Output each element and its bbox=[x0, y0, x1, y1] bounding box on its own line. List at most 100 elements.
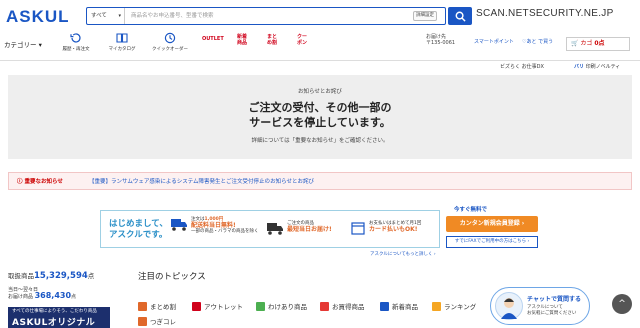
nav-history[interactable]: 履歴・再注文 bbox=[56, 32, 96, 52]
alert-link[interactable]: 【重要】ランサムウェア感染によるシステム障害発生とご注文受付停止のお知らせとお詫… bbox=[89, 177, 314, 185]
askul-logo[interactable]: ASKUL bbox=[6, 7, 70, 27]
search-category-select[interactable]: すべて bbox=[87, 8, 125, 24]
notice-small-heading: お知らせとお詫び bbox=[298, 89, 342, 95]
topic-label: わけあり商品 bbox=[268, 303, 307, 311]
topic-bulk-discount[interactable]: まとめ割 bbox=[138, 301, 176, 311]
sale-icon bbox=[320, 301, 329, 311]
topic-discounted[interactable]: わけあり商品 bbox=[256, 301, 307, 311]
notice-title-line2: サービスを停止しています。 bbox=[249, 116, 391, 129]
alert-icon: ⓘ bbox=[17, 179, 23, 185]
banner-payment: お支払いはまとめて月1回 カード払いもOK! bbox=[369, 221, 421, 233]
print-link[interactable]: バリ 印刷ノベルティ bbox=[574, 63, 620, 70]
topic-label: つぎコレ bbox=[150, 318, 176, 326]
truck-icon bbox=[171, 217, 187, 234]
register-button[interactable]: カンタン新規会員登録 › bbox=[446, 216, 538, 232]
nav-my-catalog-label: マイカタログ bbox=[108, 47, 136, 52]
office-dx-label: お仕事DX bbox=[521, 64, 544, 70]
search-button[interactable] bbox=[448, 7, 472, 25]
chat-title: チャットで質問する bbox=[527, 296, 581, 303]
nav-bulk-discount[interactable]: まと め割 bbox=[262, 34, 282, 46]
scroll-top-button[interactable]: ^ bbox=[612, 294, 632, 314]
welcome-banner[interactable]: はじめまして、 アスクルです。 注文は1,000円 配送料当日無料! 一部の商品… bbox=[100, 210, 440, 248]
item-count-value: 15,329,594 bbox=[34, 271, 88, 281]
discounted-icon bbox=[256, 301, 265, 311]
nav-new-items[interactable]: 新着 商品 bbox=[232, 34, 252, 46]
askul-original-banner[interactable]: すべての仕事場によりそう、こだわり商品 ASKULオリジナル bbox=[8, 307, 110, 328]
bizraku-logo: ビズらく bbox=[500, 64, 521, 70]
watermark: SCAN.NETSECURITY.NE.JP bbox=[476, 8, 614, 19]
delivery-zip: 〒135-0061 bbox=[426, 40, 456, 46]
original-banner-small: すべての仕事場によりそう、こだわり商品 bbox=[12, 309, 97, 314]
service-notice: お知らせとお詫び ご注文の受付、その他一部の サービスを停止しています。 詳細に… bbox=[8, 75, 632, 159]
notice-title: ご注文の受付、その他一部の サービスを停止しています。 bbox=[8, 100, 632, 130]
bizraku-link[interactable]: ビズらく お仕事DX bbox=[500, 63, 544, 70]
chat-line2: お気軽にご質問ください bbox=[527, 311, 577, 316]
bulk-discount-icon bbox=[138, 301, 147, 311]
print-logo: バリ bbox=[574, 64, 585, 70]
outlet-icon bbox=[192, 301, 201, 311]
topics-title: 注目のトピックス bbox=[138, 272, 206, 282]
banner-hello-line2: アスクルです。 bbox=[109, 230, 168, 240]
original-banner-title: ASKULオリジナル bbox=[12, 318, 96, 328]
history-icon bbox=[70, 33, 81, 43]
fax-user-button[interactable]: すでにFAXでご利用中の方はこちら › bbox=[446, 236, 538, 248]
tsugikore-icon bbox=[138, 316, 147, 326]
notice-title-line1: ご注文の受付、その他一部の bbox=[248, 101, 392, 114]
item-count-label: 取扱商品 bbox=[8, 272, 34, 280]
topic-label: お買得商品 bbox=[332, 303, 365, 311]
search-bar: すべて 商品名やお申込番号、型番で検索 詳細設定 bbox=[86, 7, 446, 25]
about-askul-link[interactable]: アスクルについてもっと詳しく › bbox=[370, 251, 436, 257]
nav-coupon[interactable]: クー ポン bbox=[292, 34, 312, 46]
chat-subtitle: アスクルについて お気軽にご質問ください bbox=[527, 305, 576, 317]
banner-cell3-em: カード払いもOK! bbox=[369, 226, 418, 233]
topic-ranking[interactable]: ランキング bbox=[432, 301, 476, 311]
chat-widget[interactable]: チャットで質問する アスクルについて お気軽にご質問ください bbox=[490, 287, 590, 325]
category-menu-label: カテゴリー bbox=[4, 41, 37, 49]
banner-hello: はじめまして、 アスクルです。 bbox=[109, 219, 168, 241]
banner-fast-delivery: ご注文の商品 最短当日お届け! bbox=[287, 221, 332, 233]
favorites-label: あと で買う bbox=[526, 39, 554, 45]
item-count-unit: 点 bbox=[87, 272, 95, 280]
category-menu-button[interactable]: カテゴリー ▾ bbox=[4, 39, 42, 49]
operator-avatar bbox=[495, 292, 523, 320]
chevron-down-icon: ▾ bbox=[38, 41, 42, 49]
important-alert: ⓘ 重要なお知らせ 【重要】ランサムウェア感染によるシステム障害発生とご注文受付… bbox=[8, 172, 632, 190]
notice-description: 詳細については「重要なお知らせ」をご確認ください。 bbox=[251, 138, 389, 144]
banner-free-label: 今すぐ無料で bbox=[454, 207, 488, 213]
nav-quick-order-label: クイックオーダー bbox=[152, 47, 188, 52]
catalog-icon bbox=[116, 33, 128, 43]
item-count: 取扱商品15,329,594点 bbox=[8, 270, 94, 281]
delivery-address[interactable]: お届け先 〒135-0061 bbox=[426, 34, 455, 46]
nav-outlet[interactable]: OUTLET bbox=[202, 36, 224, 42]
delivery-truck-icon bbox=[267, 221, 283, 238]
smart-point-link[interactable]: スマートポイント bbox=[474, 38, 514, 45]
cart-label: カゴ bbox=[580, 40, 593, 47]
nav-history-label: 履歴・再注文 bbox=[62, 47, 90, 52]
banner-cell1-line3: 一部の商品・バラマの商品を除く bbox=[191, 229, 259, 234]
same-day-unit: 点 bbox=[71, 294, 77, 300]
same-day-count: 当日〜翌々日 お届け商品 368,430点 bbox=[8, 287, 76, 300]
ranking-icon bbox=[432, 301, 441, 311]
topic-tsugikore[interactable]: つぎコレ bbox=[138, 316, 176, 326]
header-divider bbox=[0, 60, 640, 61]
calendar-icon bbox=[351, 221, 365, 238]
topic-new-items[interactable]: 新着商品 bbox=[380, 301, 418, 311]
same-day-label2: お届け商品 bbox=[8, 294, 34, 300]
nav-quick-order[interactable]: クイックオーダー bbox=[150, 32, 190, 52]
topic-label: 新着商品 bbox=[392, 303, 418, 311]
banner-shipping: 注文は1,000円 配送料当日無料! 一部の商品・バラマの商品を除く bbox=[191, 217, 259, 235]
cart-count: 0点 bbox=[594, 40, 605, 47]
nav-my-catalog[interactable]: マイカタログ bbox=[102, 32, 142, 52]
print-label: 印刷ノベルティ bbox=[585, 64, 621, 70]
topic-label: アウトレット bbox=[204, 303, 243, 311]
advanced-search-button[interactable]: 詳細設定 bbox=[413, 11, 437, 21]
quick-order-icon bbox=[164, 32, 176, 44]
cart-button[interactable]: 🛒 カゴ 0点 bbox=[566, 37, 630, 51]
favorites-link[interactable]: ♡あと で買う bbox=[522, 38, 553, 45]
search-input[interactable]: 商品名やお申込番号、型番で検索 bbox=[131, 8, 214, 24]
banner-cell2-em: 最短当日お届け! bbox=[287, 226, 332, 233]
topic-label: ランキング bbox=[444, 303, 477, 311]
topic-outlet[interactable]: アウトレット bbox=[192, 301, 243, 311]
topic-sale[interactable]: お買得商品 bbox=[320, 301, 365, 311]
topic-label: まとめ割 bbox=[150, 303, 176, 311]
